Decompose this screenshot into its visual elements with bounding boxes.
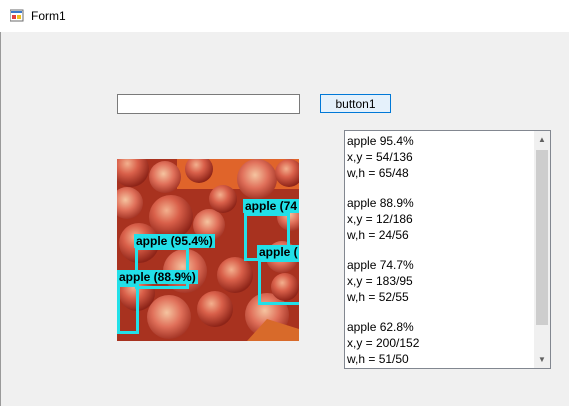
window-title: Form1 [31, 9, 66, 23]
result-xy[interactable]: x,y = 200/152 [347, 335, 535, 351]
result-spacer [347, 181, 535, 195]
window-border [0, 32, 1, 406]
detection-label-4: apple ( [257, 245, 299, 259]
form-app-icon [10, 9, 24, 22]
result-spacer [347, 243, 535, 257]
apple-detection-image: apple (95.4%) apple (88.9%) apple (74 ap… [117, 159, 299, 341]
vertical-scrollbar[interactable]: ▲ ▼ [534, 131, 550, 368]
detection-box-2 [117, 284, 139, 334]
text-input-field[interactable] [118, 95, 299, 113]
result-wh[interactable]: w,h = 65/48 [347, 165, 535, 181]
results-list: apple 95.4% x,y = 54/136 w,h = 65/48 app… [347, 133, 535, 367]
result-name[interactable]: apple 62.8% [347, 319, 535, 335]
detection-label-3: apple (74 [243, 199, 299, 213]
title-bar[interactable]: Form1 [0, 0, 569, 32]
scroll-down-arrow-icon[interactable]: ▼ [534, 351, 550, 368]
result-name[interactable]: apple 95.4% [347, 133, 535, 149]
button1[interactable]: button1 [320, 94, 391, 113]
result-xy[interactable]: x,y = 12/186 [347, 211, 535, 227]
results-listbox[interactable]: apple 95.4% x,y = 54/136 w,h = 65/48 app… [344, 130, 551, 369]
result-name[interactable]: apple 88.9% [347, 195, 535, 211]
result-spacer [347, 305, 535, 319]
result-xy[interactable]: x,y = 183/95 [347, 273, 535, 289]
scrollbar-thumb[interactable] [536, 150, 548, 325]
result-xy[interactable]: x,y = 54/136 [347, 149, 535, 165]
result-wh[interactable]: w,h = 24/56 [347, 227, 535, 243]
detection-label-1: apple (95.4%) [134, 234, 215, 248]
result-name[interactable]: apple 74.7% [347, 257, 535, 273]
detection-box-4 [258, 259, 299, 305]
scroll-up-arrow-icon[interactable]: ▲ [534, 131, 550, 148]
result-wh[interactable]: w,h = 52/55 [347, 289, 535, 305]
detection-label-2: apple (88.9%) [117, 270, 198, 284]
text-input[interactable] [117, 94, 300, 114]
result-wh[interactable]: w,h = 51/50 [347, 351, 535, 367]
